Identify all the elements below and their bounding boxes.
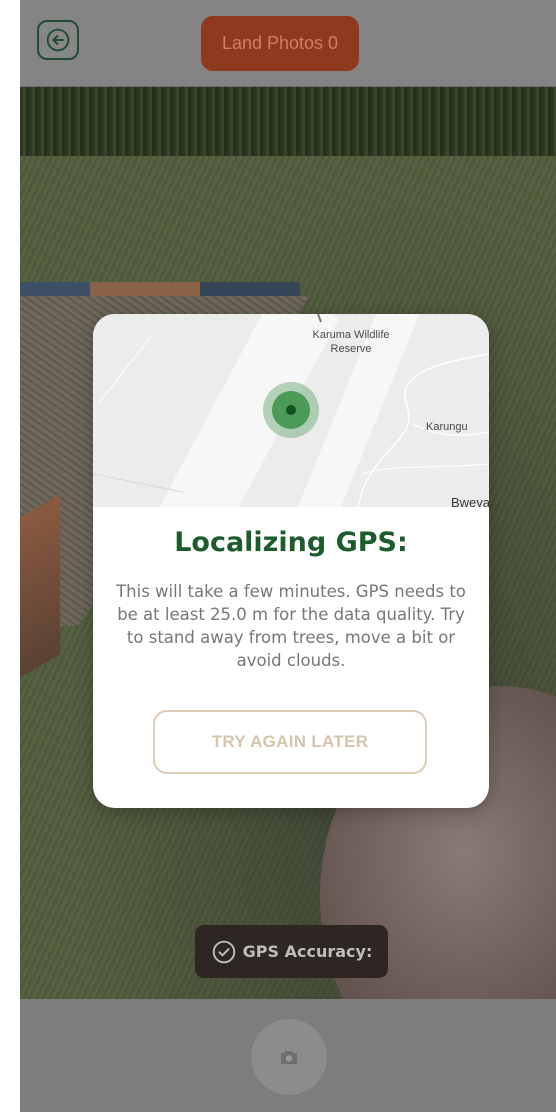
land-photos-button[interactable]: Land Photos 0	[201, 16, 359, 71]
map-label-karungu: Karungu	[426, 421, 468, 433]
arrow-left-icon	[46, 28, 70, 52]
map-label-bweya: Bweya	[451, 495, 489, 508]
dialog-title: Localizing GPS:	[174, 527, 408, 558]
gps-location-dot-icon	[263, 382, 319, 438]
bottom-bar	[20, 999, 556, 1112]
camera-screen: Land Photos 0 Karuma Wildlife Reserve Ka…	[20, 0, 556, 1112]
map-label-reserve: Karuma Wildlife Reserve	[312, 329, 390, 355]
preview-hedge	[20, 86, 556, 156]
gps-accuracy-label: GPS Accuracy:	[242, 942, 373, 961]
camera-icon	[281, 1051, 297, 1064]
back-button[interactable]	[37, 20, 79, 60]
check-circle-icon	[212, 940, 235, 963]
preview-curb-side	[20, 494, 60, 678]
dialog-message: This will take a few minutes. GPS needs …	[116, 582, 466, 670]
top-bar: Land Photos 0	[20, 0, 556, 87]
gps-accuracy-indicator: GPS Accuracy:	[195, 925, 388, 978]
localizing-gps-dialog: Karuma Wildlife Reserve Karungu Bweya Lo…	[93, 314, 489, 808]
try-again-later-button[interactable]: TRY AGAIN LATER	[153, 710, 427, 774]
location-map: Karuma Wildlife Reserve Karungu Bweya	[93, 314, 489, 507]
shutter-button[interactable]	[251, 1019, 327, 1095]
